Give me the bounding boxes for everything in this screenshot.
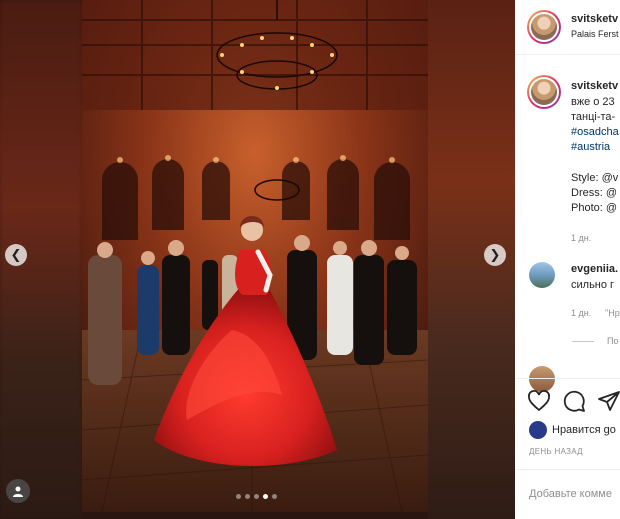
chevron-left-icon: ❮ [10,247,22,263]
replies-divider [572,341,594,342]
comment-avatar[interactable] [529,262,555,288]
actions-section: Нравится go ДЕНЬ НАЗАД Добавьте комме [515,378,620,519]
avatar[interactable] [527,10,561,44]
post-date[interactable]: ДЕНЬ НАЗАД [529,447,583,456]
likes-row[interactable]: Нравится go [529,421,616,439]
style-credit: Style: @v [571,172,619,184]
add-comment-section: Добавьте комме [515,469,620,519]
liker-avatar [529,421,547,439]
comment-username[interactable]: evgeniia. [571,263,618,275]
comment-text: сильно г [571,279,615,291]
photo-credit: Photo: @ [571,202,618,214]
hashtag-link[interactable]: #osadcha [571,126,619,138]
caption-line: танці-та- [571,111,616,123]
dress-credit: Dress: @ [571,187,618,199]
reply-button[interactable]: "Нр [605,308,620,318]
carousel-dot-active[interactable] [263,494,268,499]
caption-username[interactable]: svitsketv [571,80,618,92]
user-icon [13,486,23,497]
post-photo[interactable] [82,0,428,512]
add-comment-input[interactable]: Добавьте комме [529,488,612,500]
caption-time[interactable]: 1 дн. [571,233,591,243]
next-button[interactable]: ❯ [484,244,506,266]
ballroom-photo [82,0,428,512]
carousel-dot[interactable] [245,494,250,499]
view-replies-button[interactable]: По [607,336,618,346]
caption-line: вже о 23 [571,96,615,108]
prev-button[interactable]: ❮ [5,244,27,266]
location-link[interactable]: Palais Ferst [571,29,619,39]
post-side-panel: svitsketv Palais Ferst svitsketv вже о 2… [515,0,620,519]
chevron-right-icon: ❯ [489,247,501,263]
paper-plane-icon[interactable] [597,389,620,413]
carousel-dots [236,494,277,499]
caption-avatar[interactable] [527,75,561,109]
carousel-dot[interactable] [236,494,241,499]
tagged-users-button[interactable] [6,479,30,503]
comment-time[interactable]: 1 дн. [571,308,591,318]
heart-icon[interactable] [527,389,551,413]
post-header: svitsketv Palais Ferst [515,0,620,55]
header-username[interactable]: svitsketv [571,13,618,25]
carousel-dot[interactable] [254,494,259,499]
likes-text[interactable]: Нравится go [552,424,616,436]
carousel-dot[interactable] [272,494,277,499]
comment-icon[interactable] [562,389,586,413]
hashtag-link[interactable]: #austria [571,141,610,153]
